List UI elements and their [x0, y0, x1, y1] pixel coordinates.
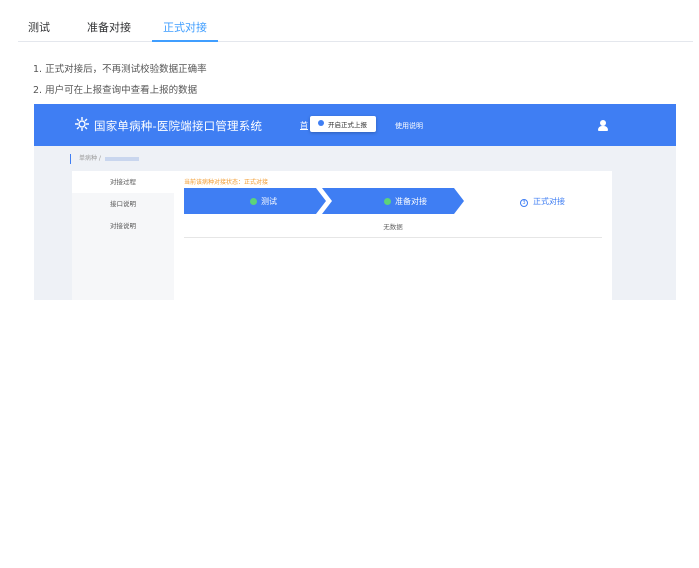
step-formal: 3 正式对接 — [520, 196, 565, 207]
process-content: 当前该病种对接状态：正式对接 测试 准备对接 3 正式对接 无数据 — [174, 171, 612, 300]
menu-item-guide[interactable]: 对接说明 — [72, 215, 174, 237]
tooltip-label: 开启正式上报 — [328, 121, 367, 129]
example-screenshot: 国家单病种-医院端接口管理系统 首 开启正式上报 使用说明 单病种 / 对接过程… — [34, 104, 676, 300]
tab-formal[interactable]: 正式对接 — [163, 19, 207, 35]
instructions: 1. 正式对接后，不再测试校验数据正确率 2. 用户可在上报查询中查看上报的数据 — [33, 59, 207, 101]
check-circle-icon — [250, 198, 257, 205]
nav-home[interactable]: 首 — [300, 120, 308, 131]
tab-bar: 测试 准备对接 正式对接 — [18, 14, 693, 42]
info-icon — [318, 120, 324, 126]
breadcrumb-root[interactable]: 单病种 / — [79, 155, 101, 162]
breadcrumb-blurred — [104, 156, 139, 161]
step-prepare: 准备对接 — [384, 196, 427, 207]
steps-bar: 测试 准备对接 3 正式对接 — [184, 188, 602, 214]
breadcrumb: 单病种 / — [70, 153, 139, 164]
start-formal-report-tooltip[interactable]: 开启正式上报 — [310, 116, 376, 132]
user-icon[interactable] — [598, 120, 608, 132]
active-tab-indicator — [152, 40, 218, 42]
status-text: 当前该病种对接状态：正式对接 — [184, 179, 269, 186]
gear-icon — [74, 116, 90, 136]
content-panel: 对接过程 接口说明 对接说明 当前该病种对接状态：正式对接 测试 准备对接 3正… — [72, 171, 612, 300]
instruction-2: 2. 用户可在上报查询中查看上报的数据 — [33, 85, 198, 96]
step-number-icon: 3 — [520, 199, 528, 207]
menu-item-api-doc[interactable]: 接口说明 — [72, 193, 174, 215]
tab-prepare[interactable]: 准备对接 — [87, 19, 131, 35]
menu-item-process[interactable]: 对接过程 — [72, 171, 174, 193]
nav-help[interactable]: 使用说明 — [395, 121, 423, 131]
instruction-1: 1. 正式对接后，不再测试校验数据正确率 — [33, 64, 207, 75]
check-circle-icon — [384, 198, 391, 205]
empty-state: 无数据 — [184, 217, 602, 238]
side-menu: 对接过程 接口说明 对接说明 — [72, 171, 174, 300]
app-title: 国家单病种-医院端接口管理系统 — [94, 119, 263, 133]
app-header: 国家单病种-医院端接口管理系统 首 开启正式上报 使用说明 — [34, 104, 676, 146]
step-test: 测试 — [250, 196, 277, 207]
tab-test[interactable]: 测试 — [28, 19, 50, 35]
